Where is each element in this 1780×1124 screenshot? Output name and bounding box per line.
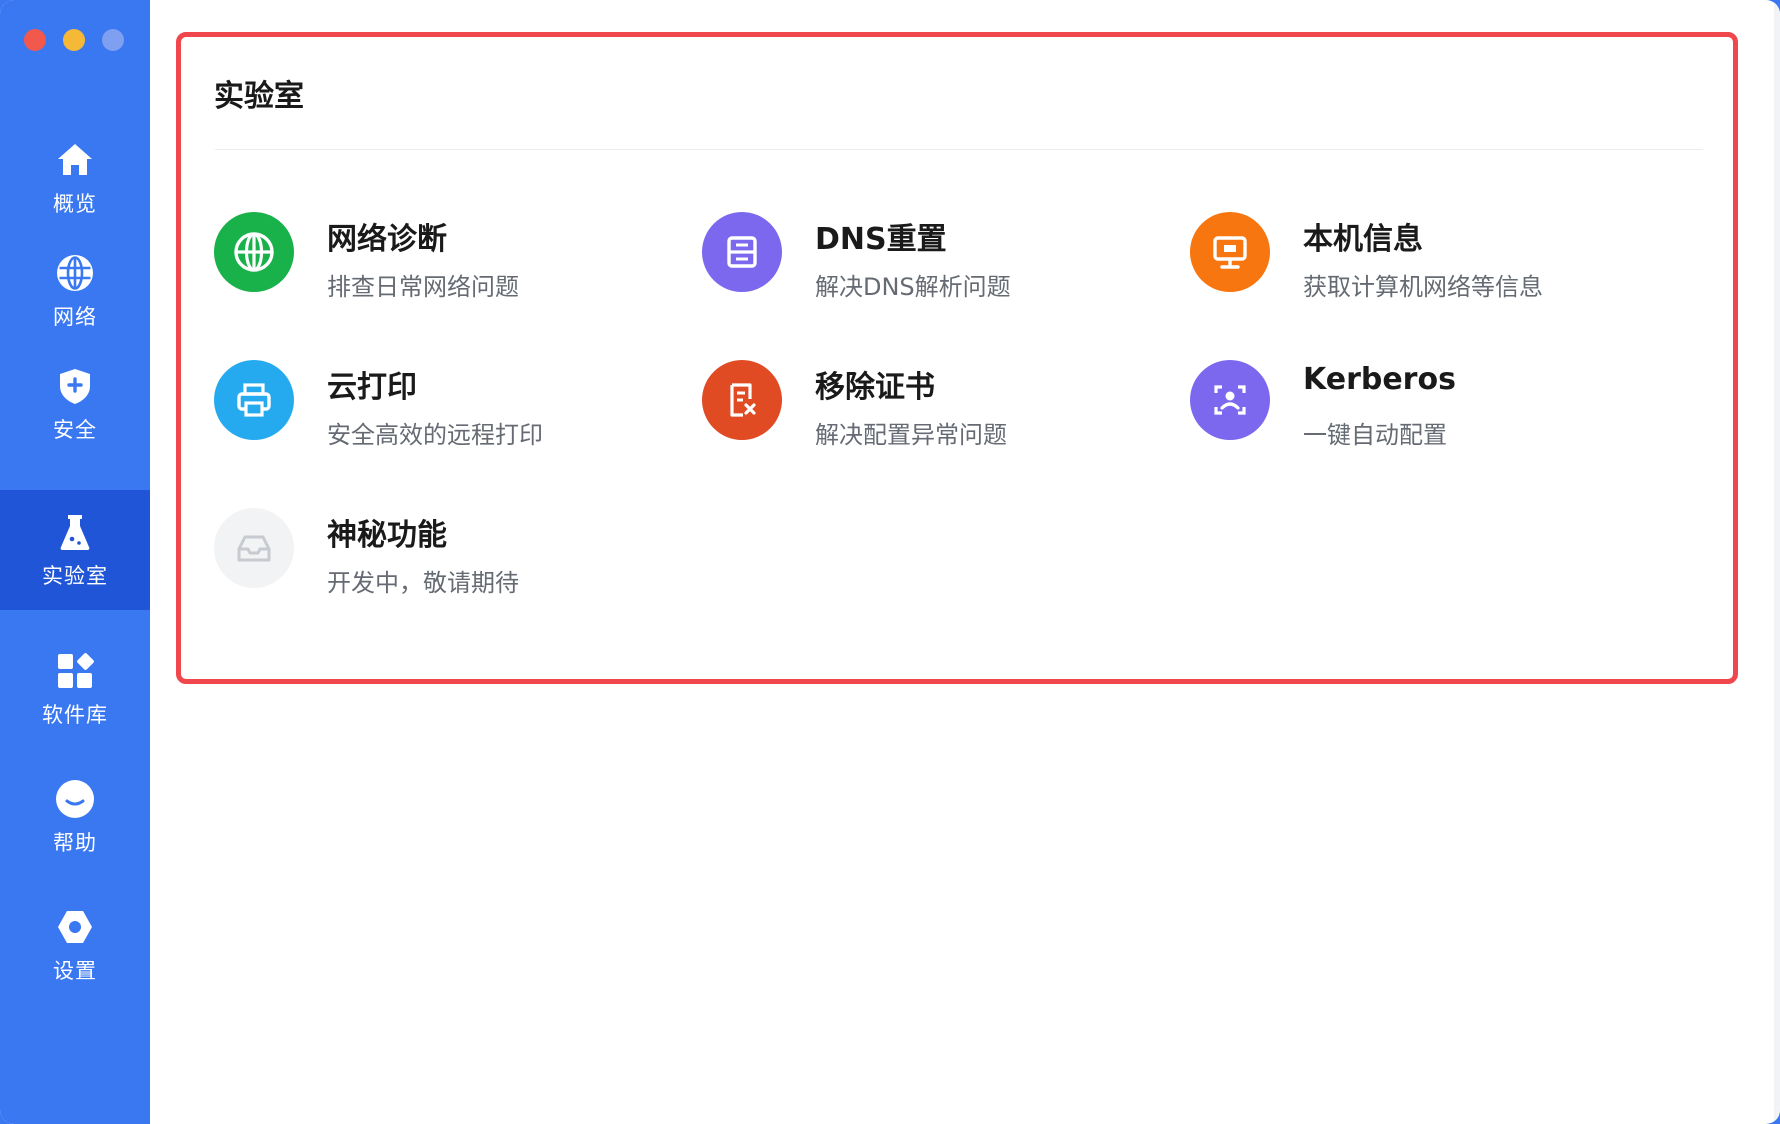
tool-network-diagnosis[interactable]: 网络诊断 排查日常网络问题 — [214, 212, 654, 312]
tool-description: 排查日常网络问题 — [327, 273, 519, 301]
tool-description: 安全高效的远程打印 — [327, 421, 543, 449]
sidebar-item-overview[interactable]: 概览 — [0, 118, 150, 238]
sidebar-item-label: 设置 — [53, 959, 97, 983]
gear-icon — [53, 905, 97, 949]
tool-machine-info[interactable]: 本机信息 获取计算机网络等信息 — [1190, 212, 1630, 312]
minimize-window-button[interactable] — [63, 29, 85, 51]
sidebar-item-settings[interactable]: 设置 — [0, 885, 150, 1005]
tool-description: 解决DNS解析问题 — [815, 273, 1011, 301]
sidebar-item-security[interactable]: 安全 — [0, 344, 150, 464]
globe-icon — [214, 212, 294, 292]
traffic-lights — [24, 29, 124, 51]
help-icon — [53, 777, 97, 821]
sidebar-item-help[interactable]: 帮助 — [0, 757, 150, 877]
tool-title: 云打印 — [327, 370, 417, 405]
sidebar-item-network[interactable]: 网络 — [0, 231, 150, 351]
window-edge — [1774, 0, 1780, 1124]
tool-remove-certificate[interactable]: 移除证书 解决配置异常问题 — [702, 360, 1142, 460]
inbox-icon — [214, 508, 294, 588]
printer-icon — [214, 360, 294, 440]
tool-title: 神秘功能 — [327, 518, 447, 553]
certificate-remove-icon — [702, 360, 782, 440]
tool-title: 网络诊断 — [327, 222, 447, 257]
close-window-button[interactable] — [24, 29, 46, 51]
tool-description: 获取计算机网络等信息 — [1303, 273, 1543, 301]
tool-description: 一键自动配置 — [1303, 421, 1447, 449]
globe-icon — [53, 251, 97, 295]
tool-title: Kerberos — [1303, 362, 1456, 397]
sidebar-item-software[interactable]: 软件库 — [0, 629, 150, 749]
tool-mystery-feature[interactable]: 神秘功能 开发中，敬请期待 — [214, 508, 654, 608]
home-icon — [53, 138, 97, 182]
maximize-window-button[interactable] — [102, 29, 124, 51]
tool-cloud-print[interactable]: 云打印 安全高效的远程打印 — [214, 360, 654, 460]
lab-panel: 实验室 网络诊断 排查日常网络问题 DNS重置 解决DNS解析问题 本机信息 获… — [176, 32, 1738, 684]
tool-kerberos[interactable]: Kerberos 一键自动配置 — [1190, 360, 1630, 460]
sidebar-item-label: 帮助 — [53, 831, 97, 855]
apps-icon — [53, 649, 97, 693]
tool-description: 解决配置异常问题 — [815, 421, 1007, 449]
flask-icon — [53, 510, 97, 554]
monitor-icon — [1190, 212, 1270, 292]
tool-dns-reset[interactable]: DNS重置 解决DNS解析问题 — [702, 212, 1142, 312]
tool-title: DNS重置 — [815, 222, 947, 257]
sidebar-item-lab[interactable]: 实验室 — [0, 490, 150, 610]
tool-description: 开发中，敬请期待 — [327, 569, 519, 597]
tool-title: 本机信息 — [1303, 222, 1423, 257]
shield-icon — [53, 364, 97, 408]
server-icon — [702, 212, 782, 292]
sidebar-item-label: 安全 — [53, 418, 97, 442]
app-window: 概览 网络 安全 实验室 软件库 帮助 设置 实验室 网络诊断 排查日常网络问题… — [0, 0, 1780, 1124]
face-scan-icon — [1190, 360, 1270, 440]
sidebar: 概览 网络 安全 实验室 软件库 帮助 设置 — [0, 0, 150, 1124]
page-title: 实验室 — [214, 79, 304, 114]
sidebar-item-label: 网络 — [53, 305, 97, 329]
sidebar-item-label: 软件库 — [42, 703, 108, 727]
divider — [215, 149, 1703, 150]
tool-title: 移除证书 — [815, 370, 935, 405]
sidebar-item-label: 概览 — [53, 192, 97, 216]
sidebar-item-label: 实验室 — [42, 564, 108, 588]
